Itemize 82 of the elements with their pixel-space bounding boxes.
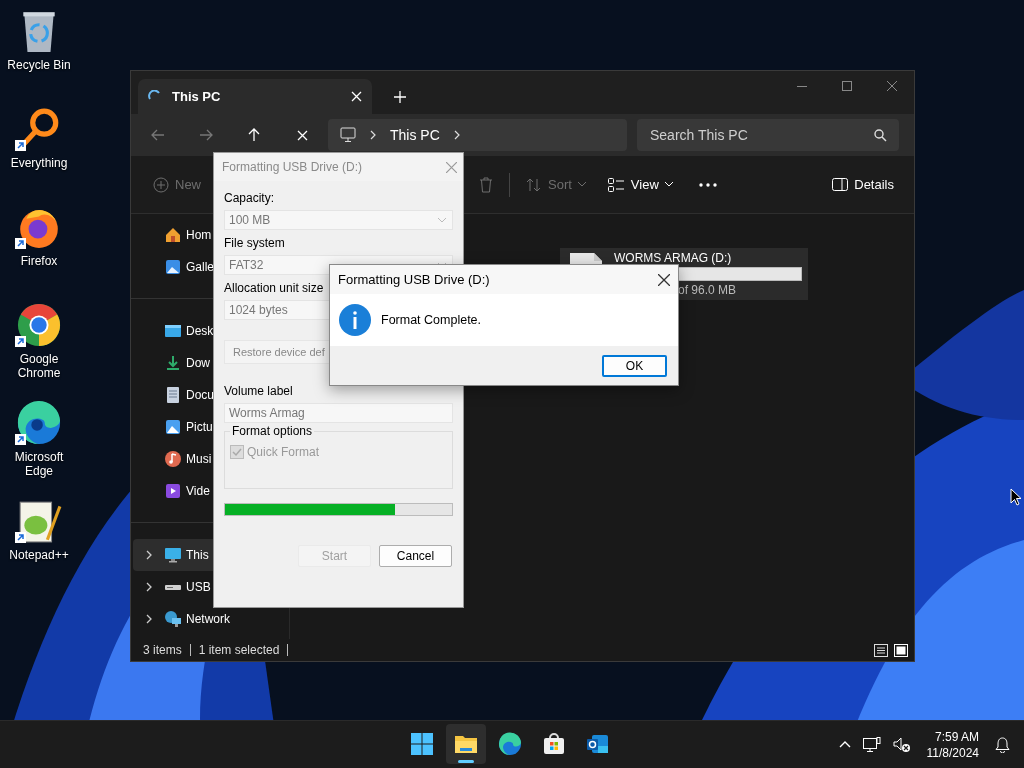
shopping-bag-icon[interactable] (542, 732, 566, 756)
picture-icon (164, 418, 182, 436)
list-view-icon[interactable] (874, 643, 888, 657)
icon-label[interactable]: Microsoft Edge (1, 450, 77, 478)
mail-icon[interactable] (586, 732, 610, 756)
desktop-icon (164, 322, 182, 340)
close-icon (296, 129, 308, 141)
chevron-icon[interactable] (144, 550, 154, 560)
plus-circle-icon (153, 176, 169, 193)
sort-icon (526, 177, 542, 192)
input-field[interactable]: Worms Armag (224, 403, 453, 423)
bell-icon[interactable] (995, 736, 1010, 753)
chevron-icon[interactable] (370, 130, 376, 140)
field-label: File system (224, 236, 286, 250)
field-label: Capacity: (224, 191, 276, 205)
panel-icon (832, 178, 849, 191)
details-button[interactable]: Details (828, 173, 898, 196)
dropdown[interactable]: 100 MB (224, 210, 453, 230)
taskbar-button[interactable] (446, 724, 486, 764)
picture-icon (164, 258, 182, 276)
video-icon (164, 482, 182, 500)
ok-button[interactable]: OK (602, 354, 667, 377)
tile-view-icon[interactable] (894, 643, 908, 657)
trash-icon (479, 176, 493, 193)
dialog-button[interactable]: Cancel (379, 545, 452, 567)
view-button[interactable]: View (603, 173, 677, 196)
dialog-title: Formatting USB Drive (D:) (222, 160, 363, 174)
tab-title: This PC (172, 89, 222, 104)
download-icon (164, 354, 182, 372)
active-indicator (458, 760, 474, 763)
chevron-icon[interactable] (144, 582, 154, 592)
monitor-icon[interactable] (862, 736, 881, 753)
browser-tab[interactable]: This PC (138, 79, 372, 114)
icon-label[interactable]: Recycle Bin (1, 58, 77, 72)
field-label: Volume label (224, 384, 294, 398)
back-arrow-icon (151, 129, 165, 141)
plus-icon (394, 90, 406, 103)
search-icon (874, 128, 887, 142)
caret-icon (577, 182, 586, 187)
wave-circle-icon (16, 400, 62, 446)
chevron-up-icon[interactable] (838, 741, 851, 748)
info-icon (339, 304, 371, 336)
minimize-icon (796, 85, 807, 87)
document-icon (164, 386, 182, 404)
caret-icon (438, 217, 446, 223)
more-icon (698, 182, 717, 187)
chevron-icon[interactable] (144, 614, 154, 624)
chevron-icon[interactable] (453, 130, 460, 140)
network-icon (164, 610, 182, 628)
tricolor-circle-icon (16, 302, 62, 348)
forward-arrow-icon (199, 129, 213, 141)
monitor-icon (340, 127, 356, 143)
wave-circle-icon[interactable] (498, 732, 522, 756)
start-icon[interactable] (410, 732, 434, 756)
close-icon[interactable] (658, 273, 670, 286)
group-title: Format options (230, 424, 315, 438)
item-count: 3 items (143, 643, 182, 657)
breadcrumb-item[interactable]: This PC (390, 127, 440, 143)
mouse-pointer-icon (1010, 488, 1022, 506)
up-arrow-icon (248, 128, 260, 142)
view-icon (607, 177, 625, 192)
icon-label[interactable]: Google Chrome (1, 352, 77, 380)
monitor-icon (164, 546, 182, 564)
icon-label[interactable]: Everything (1, 156, 77, 170)
maximize-icon (841, 81, 852, 91)
caret-icon (664, 182, 673, 187)
muted-speaker-icon[interactable] (892, 736, 911, 753)
drive-icon (165, 584, 181, 590)
drive-capacity: of 96.0 MB (678, 283, 737, 297)
house-icon (164, 226, 182, 244)
icon-label[interactable]: Notepad++ (1, 548, 77, 562)
icon-label[interactable]: Firefox (1, 254, 77, 268)
message-text: Format Complete. (381, 313, 482, 327)
dialog-title: Formatting USB Drive (D:) (338, 272, 490, 287)
selection-count: 1 item selected (198, 643, 280, 657)
close-icon (886, 81, 897, 91)
address-bar[interactable]: This PC (328, 119, 627, 151)
music-icon (164, 450, 182, 468)
search-field[interactable]: Search This PC (637, 119, 899, 151)
drive-name: WORMS ARMAG (D:) (614, 251, 733, 265)
clock[interactable]: 7:59 AM 11/8/2024 (926, 728, 979, 761)
checkmark-icon (232, 447, 242, 457)
